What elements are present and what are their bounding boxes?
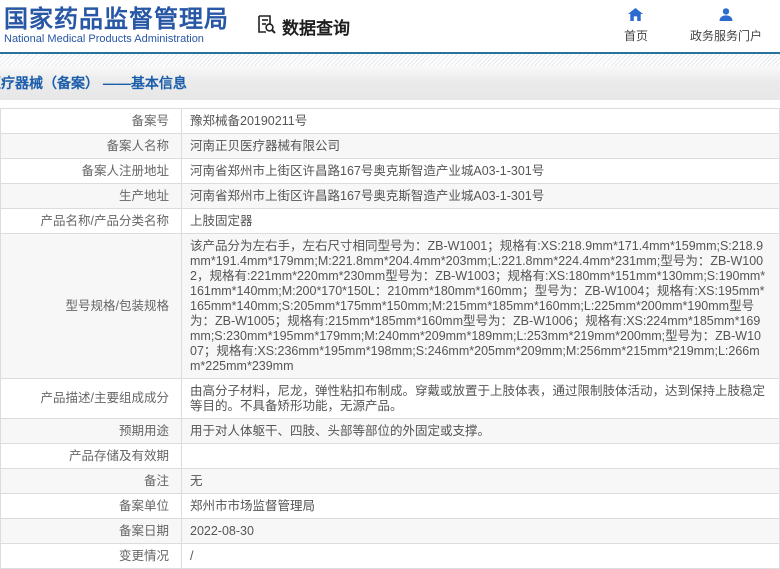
row-label: 预期用途 bbox=[0, 418, 182, 444]
row-label: 备案人名称 bbox=[0, 133, 182, 159]
row-value-text: / bbox=[190, 548, 194, 563]
row-value-text: 郑州市市场监督管理局 bbox=[190, 498, 316, 513]
data-query-section: 数据查询 bbox=[255, 13, 350, 40]
row-value: 用于对人体躯干、四肢、头部等部位的外固定或支撑。 bbox=[181, 418, 780, 444]
row-label-text: 产品名称/产品分类名称 bbox=[40, 213, 169, 228]
row-label-text: 型号规格/包装规格 bbox=[65, 298, 169, 313]
table-row: 预期用途 用于对人体躯干、四肢、头部等部位的外固定或支撑。 bbox=[0, 418, 780, 444]
row-label: 备案日期 bbox=[0, 518, 182, 544]
row-value-text: 用于对人体躯干、四肢、头部等部位的外固定或支撑。 bbox=[190, 423, 491, 438]
table-row: 生产地址 河南省郑州市上街区许昌路167号奥克斯智造产业城A03-1-301号 bbox=[0, 183, 780, 209]
row-label-text: 产品描述/主要组成成分 bbox=[40, 391, 169, 405]
page-title-bar: 医疗器械（备案） ——基本信息 bbox=[0, 66, 780, 100]
page-title: 医疗器械（备案） ——基本信息 bbox=[0, 75, 187, 91]
row-label-text: 变更情况 bbox=[118, 548, 169, 563]
header-links: 首页 政务服务门户 bbox=[624, 8, 762, 44]
row-value: 河南正贝医疗器械有限公司 bbox=[181, 133, 780, 159]
row-label: 产品存储及有效期 bbox=[0, 443, 182, 469]
row-value: 由高分子材料，尼龙，弹性粘扣布制成。穿戴或放置于上肢体表，通过限制肢体活动，达到… bbox=[181, 378, 780, 419]
row-value-text: 该产品分为左右手，左右尺寸相同型号为：ZB-W1001；规格有:XS:218.9… bbox=[190, 238, 766, 373]
row-value-text: 豫郑械备20190211号 bbox=[190, 113, 308, 128]
table-row: 备案号 豫郑械备20190211号 bbox=[0, 108, 780, 134]
row-label: 型号规格/包装规格 bbox=[0, 233, 182, 379]
row-value-text: 上肢固定器 bbox=[190, 213, 253, 228]
doc-search-icon bbox=[255, 13, 277, 40]
table-row: 变更情况 / bbox=[0, 543, 780, 569]
row-value: 豫郑械备20190211号 bbox=[181, 108, 780, 134]
row-label-text: 备案号 bbox=[131, 113, 169, 128]
row-value-text: 河南正贝医疗器械有限公司 bbox=[190, 138, 341, 153]
table-row: 型号规格/包装规格 该产品分为左右手，左右尺寸相同型号为：ZB-W1001；规格有… bbox=[0, 233, 780, 379]
home-link[interactable]: 首页 bbox=[624, 8, 648, 44]
row-value: 2022-08-30 bbox=[181, 518, 780, 544]
portal-link[interactable]: 政务服务门户 bbox=[690, 8, 762, 44]
row-label-text: 预期用途 bbox=[118, 423, 169, 438]
home-label: 首页 bbox=[623, 29, 648, 43]
row-label: 备注 bbox=[0, 468, 182, 494]
row-value: / bbox=[181, 543, 780, 569]
row-value: 河南省郑州市上街区许昌路167号奥克斯智造产业城A03-1-301号 bbox=[181, 158, 780, 184]
row-value: 河南省郑州市上街区许昌路167号奥克斯智造产业城A03-1-301号 bbox=[181, 183, 780, 209]
row-label: 生产地址 bbox=[0, 183, 182, 209]
row-label-text: 备案日期 bbox=[118, 523, 169, 538]
portal-label: 政务服务门户 bbox=[689, 29, 762, 43]
row-label: 备案号 bbox=[0, 108, 182, 134]
row-value-text: 由高分子材料，尼龙，弹性粘扣布制成。穿戴或放置于上肢体表，通过限制肢体活动，达到… bbox=[190, 383, 766, 413]
table-row: 产品描述/主要组成成分 由高分子材料，尼龙，弹性粘扣布制成。穿戴或放置于上肢体表，… bbox=[0, 378, 780, 419]
row-label-text: 备案单位 bbox=[118, 498, 169, 513]
row-value bbox=[181, 443, 780, 469]
row-value: 该产品分为左右手，左右尺寸相同型号为：ZB-W1001；规格有:XS:218.9… bbox=[181, 233, 780, 379]
row-label-text: 产品存储及有效期 bbox=[68, 448, 169, 463]
agency-name-cn: 国家药品监督管理局 bbox=[4, 5, 229, 33]
row-value-text: 河南省郑州市上街区许昌路167号奥克斯智造产业城A03-1-301号 bbox=[190, 188, 545, 203]
table-row: 备案单位 郑州市市场监督管理局 bbox=[0, 493, 780, 519]
row-label: 产品描述/主要组成成分 bbox=[0, 378, 182, 419]
table-row: 备案日期 2022-08-30 bbox=[0, 518, 780, 544]
row-value: 上肢固定器 bbox=[181, 208, 780, 234]
row-label: 备案人注册地址 bbox=[0, 158, 182, 184]
table-row: 产品名称/产品分类名称 上肢固定器 bbox=[0, 208, 780, 234]
row-label-text: 备案人名称 bbox=[106, 138, 169, 153]
row-label-text: 备案人注册地址 bbox=[81, 163, 169, 178]
row-value-text: 河南省郑州市上街区许昌路167号奥克斯智造产业城A03-1-301号 bbox=[190, 163, 545, 178]
row-value: 郑州市市场监督管理局 bbox=[181, 493, 780, 519]
info-table: 备案号 豫郑械备20190211号备案人名称 河南正贝医疗器械有限公司备案人注册地址… bbox=[0, 108, 780, 569]
row-value: 无 bbox=[181, 468, 780, 494]
table-row: 产品存储及有效期 bbox=[0, 443, 780, 469]
agency-logo[interactable]: 国家药品监督管理局 National Medical Products Admi… bbox=[4, 5, 229, 46]
table-row: 备案人名称 河南正贝医疗器械有限公司 bbox=[0, 133, 780, 159]
row-value-text: 无 bbox=[190, 473, 203, 488]
table-row: 备案人注册地址 河南省郑州市上街区许昌路167号奥克斯智造产业城A03-1-301… bbox=[0, 158, 780, 184]
row-label-text: 备注 bbox=[143, 473, 169, 488]
row-label: 备案单位 bbox=[0, 493, 182, 519]
table-row: 备注 无 bbox=[0, 468, 780, 494]
home-icon bbox=[628, 8, 644, 24]
user-icon bbox=[719, 8, 733, 24]
agency-name-en: National Medical Products Administration bbox=[4, 32, 204, 45]
row-label-text: 生产地址 bbox=[118, 188, 169, 203]
row-label: 变更情况 bbox=[0, 543, 182, 569]
site-header: 国家药品监督管理局 National Medical Products Admi… bbox=[0, 0, 780, 54]
row-label: 产品名称/产品分类名称 bbox=[0, 208, 182, 234]
row-value-text: 2022-08-30 bbox=[190, 523, 254, 538]
data-query-label: 数据查询 bbox=[282, 18, 350, 38]
divider-hatch bbox=[0, 54, 780, 66]
